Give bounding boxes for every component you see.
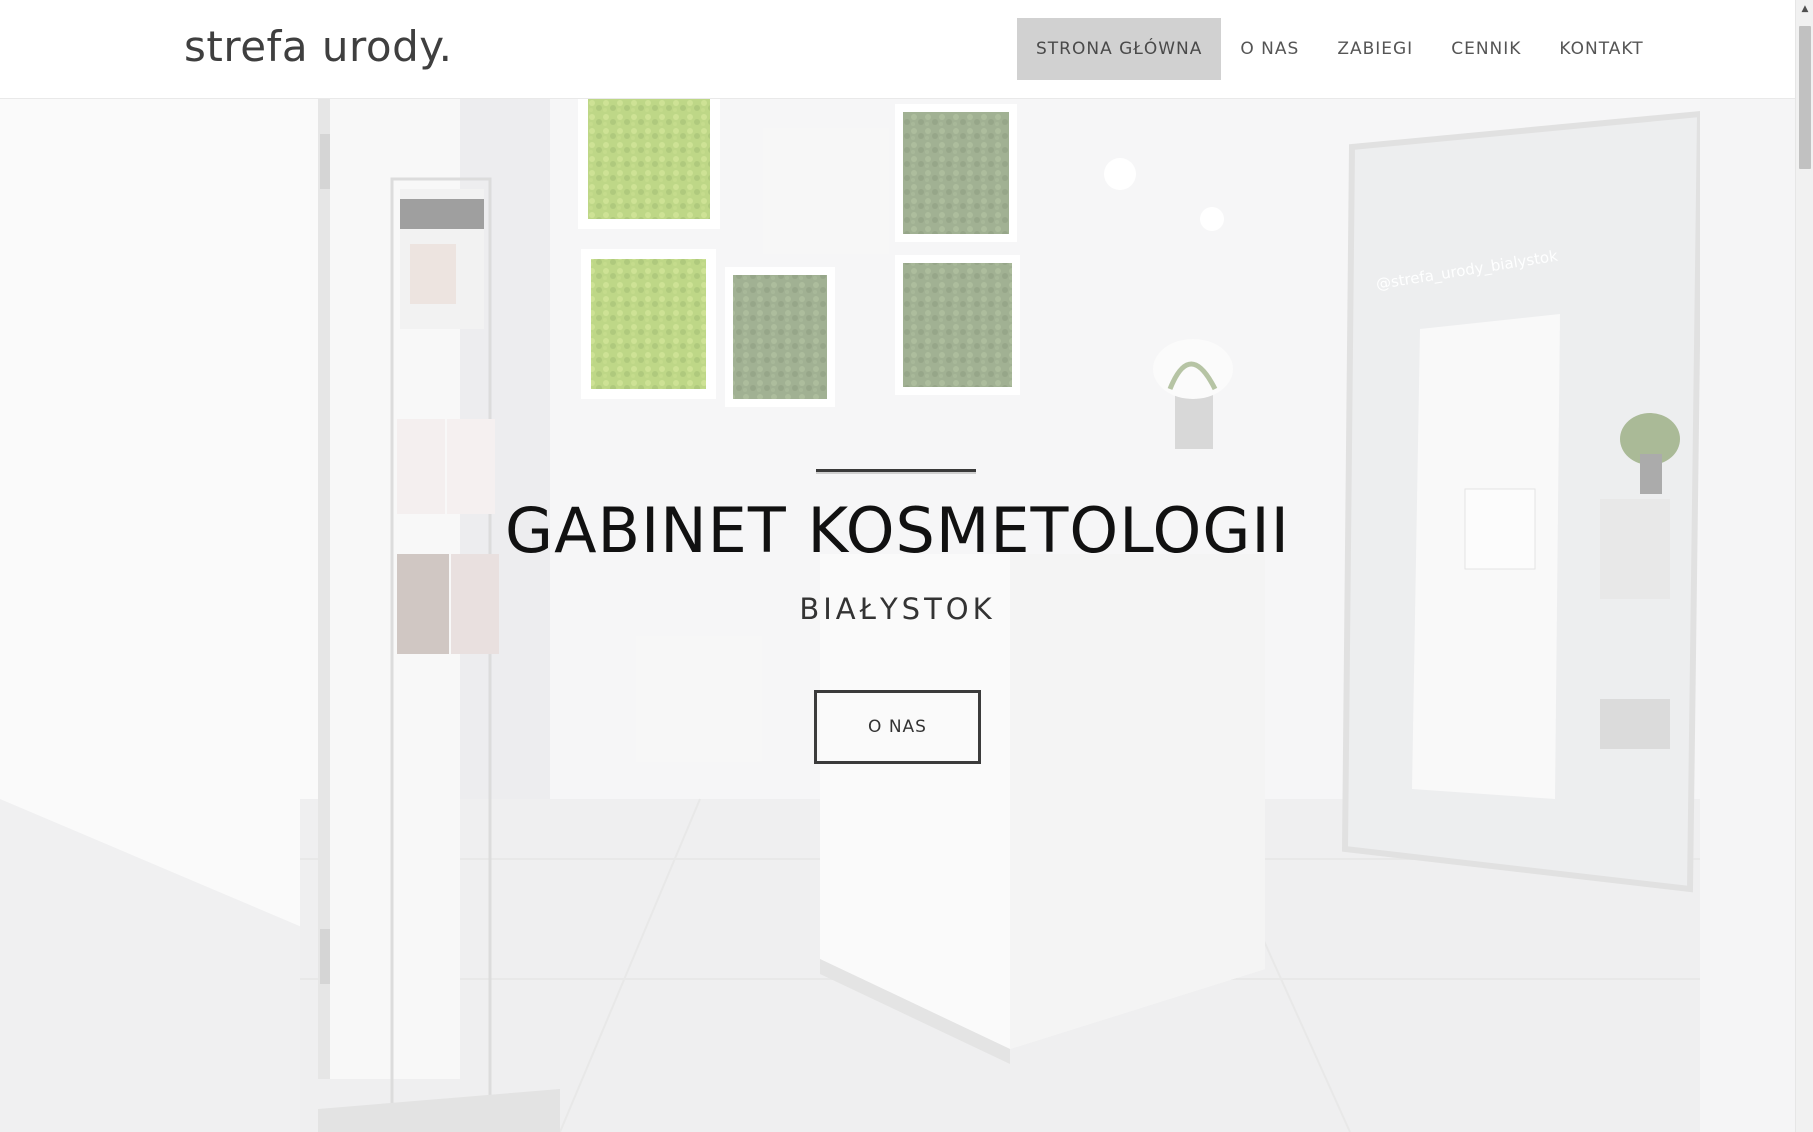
o-nas-button[interactable]: O NAS bbox=[814, 690, 981, 764]
hero-divider-line bbox=[816, 469, 976, 472]
hero-section: @strefa_urody_bialystok GABINET KOSMETOL… bbox=[0, 99, 1795, 1132]
nav-item-zabiegi[interactable]: ZABIEGI bbox=[1318, 18, 1432, 80]
arrow-up-icon[interactable]: ▲ bbox=[1796, 0, 1813, 18]
hero-title: GABINET KOSMETOLOGII bbox=[505, 494, 1290, 567]
site-logo[interactable]: strefa urody. bbox=[184, 22, 452, 71]
site-header: strefa urody. STRONA GŁÓWNA O NAS ZABIEG… bbox=[0, 0, 1795, 99]
nav-item-strona-glowna[interactable]: STRONA GŁÓWNA bbox=[1017, 18, 1222, 80]
nav-item-kontakt[interactable]: KONTAKT bbox=[1540, 18, 1662, 80]
scrollbar-thumb[interactable] bbox=[1799, 26, 1811, 169]
main-navigation: STRONA GŁÓWNA O NAS ZABIEGI CENNIK KONTA… bbox=[1017, 18, 1663, 80]
nav-item-cennik[interactable]: CENNIK bbox=[1432, 18, 1540, 80]
hero-subtitle: BIAŁYSTOK bbox=[799, 592, 996, 626]
page-scrollbar[interactable]: ▲ bbox=[1795, 0, 1813, 1132]
nav-item-o-nas[interactable]: O NAS bbox=[1221, 18, 1318, 80]
